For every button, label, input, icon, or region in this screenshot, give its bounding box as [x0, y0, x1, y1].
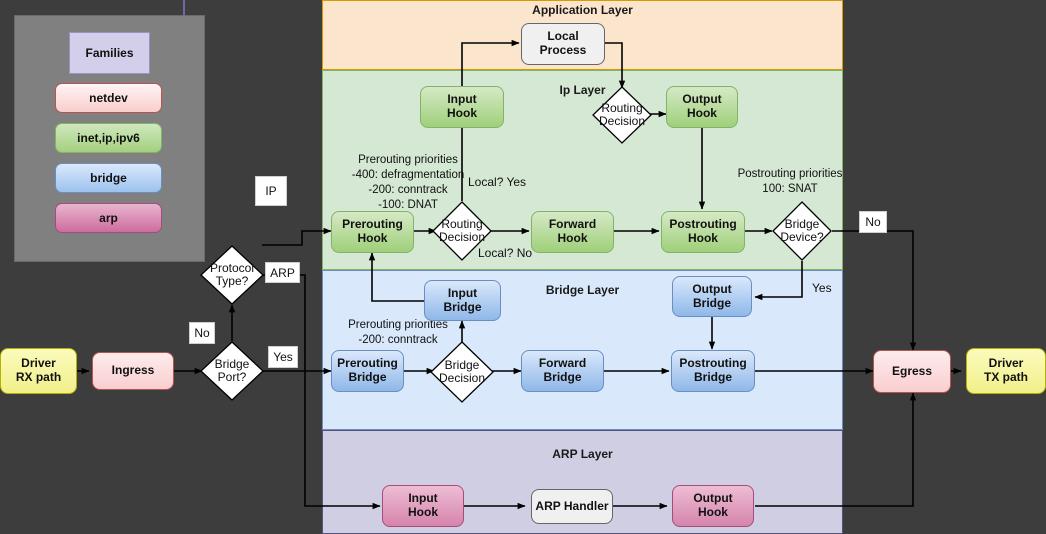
node-driver-rx-path[interactable]: Driver RX path [0, 348, 77, 394]
node-driver-tx-path-label: Driver TX path [984, 356, 1028, 384]
note-ip-postrouting-priorities: Postrouting priorities 100: SNAT [737, 168, 843, 195]
node-bridge-prerouting-label: Prerouting Bridge [337, 356, 398, 384]
decision-ip-routing-top-label: Routing Decision [598, 100, 646, 128]
decision-protocol-type[interactable]: Protocol Type? [200, 245, 264, 305]
decision-ip-routing-top[interactable]: Routing Decision [592, 86, 652, 144]
edge-label-bridge-port-no: No [189, 322, 215, 344]
node-arp-handler-label: ARP Handler [535, 498, 609, 513]
layer-arp-title: ARP Layer [552, 447, 613, 461]
node-arp-input-hook[interactable]: Input Hook [382, 485, 464, 527]
node-ingress-label: Ingress [111, 363, 155, 378]
decision-bridge-device[interactable]: Bridge Device? [772, 201, 832, 261]
node-ip-forward-hook-label: Forward Hook [548, 217, 597, 245]
node-driver-tx-path[interactable]: Driver TX path [966, 348, 1046, 394]
decision-bridge-decision[interactable]: Bridge Decision [430, 341, 494, 403]
node-bridge-output-label: Output Bridge [692, 281, 732, 310]
edge-label-protocol-ip: IP [255, 176, 287, 206]
node-bridge-output[interactable]: Output Bridge [672, 276, 752, 317]
node-ip-input-hook-label: Input Hook [447, 92, 477, 120]
node-egress[interactable]: Egress [873, 350, 951, 393]
node-ip-forward-hook[interactable]: Forward Hook [531, 211, 614, 253]
decision-protocol-type-label: Protocol Type? [209, 260, 255, 288]
layer-application-title: Application Layer [532, 3, 633, 17]
node-ingress[interactable]: Ingress [92, 352, 174, 390]
node-arp-output-hook[interactable]: Output Hook [672, 485, 754, 527]
node-ip-input-hook[interactable]: Input Hook [420, 86, 504, 128]
node-ip-postrouting-hook-label: Postrouting Hook [669, 217, 737, 245]
families-legend: Families netdev inet,ip,ipv6 bridge arp [14, 15, 205, 262]
legend-chip-arp: arp [55, 203, 162, 233]
layer-bridge-title: Bridge Layer [545, 283, 620, 297]
node-ip-output-hook-label: Output Hook [682, 92, 722, 120]
legend-chip-bridge: bridge [55, 163, 162, 193]
node-bridge-forward-label: Forward Bridge [538, 356, 587, 384]
node-bridge-prerouting[interactable]: Prerouting Bridge [331, 350, 404, 392]
node-egress-label: Egress [891, 363, 933, 378]
edge-label-local-no: Local? No [478, 246, 533, 260]
decision-bridge-port-label: Bridge Port? [214, 356, 250, 384]
node-bridge-input-label: Input Bridge [443, 285, 482, 314]
edge-label-bridge-device-no: No [859, 211, 887, 233]
node-ip-prerouting-hook-label: Prerouting Hook [342, 217, 403, 245]
edge-label-bridge-port-yes: Yes [268, 346, 298, 368]
node-arp-handler[interactable]: ARP Handler [531, 489, 613, 524]
node-local-process[interactable]: Local Process [521, 23, 605, 65]
legend-title-families: Families [69, 32, 150, 74]
legend-chip-netdev: netdev [55, 83, 162, 113]
edge-label-protocol-arp: ARP [265, 262, 300, 283]
packet-flow-diagram: Application Layer Ip Layer Bridge Layer … [0, 0, 1046, 534]
node-ip-postrouting-hook[interactable]: Postrouting Hook [661, 211, 745, 253]
legend-chip-inet: inet,ip,ipv6 [55, 123, 162, 153]
decision-bridge-device-label: Bridge Device? [780, 216, 824, 244]
node-bridge-postrouting[interactable]: Postrouting Bridge [671, 350, 755, 392]
layer-ip-title: Ip Layer [559, 83, 606, 97]
node-arp-input-hook-label: Input Hook [408, 491, 438, 519]
edge-label-local-yes: Local? Yes [468, 175, 527, 189]
node-bridge-forward[interactable]: Forward Bridge [521, 350, 604, 392]
decision-bridge-decision-label: Bridge Decision [438, 357, 486, 385]
node-driver-rx-path-label: Driver RX path [15, 356, 62, 384]
node-arp-output-hook-label: Output Hook [693, 491, 733, 519]
node-ip-prerouting-hook[interactable]: Prerouting Hook [331, 211, 414, 253]
node-bridge-postrouting-label: Postrouting Bridge [679, 356, 747, 384]
node-local-process-label: Local Process [539, 29, 587, 57]
edge-label-bridge-device-yes: Yes [812, 281, 832, 295]
node-bridge-input[interactable]: Input Bridge [424, 280, 501, 321]
node-ip-output-hook[interactable]: Output Hook [666, 86, 738, 128]
decorative-artifact-line [183, 0, 185, 16]
decision-bridge-port[interactable]: Bridge Port? [200, 341, 264, 401]
